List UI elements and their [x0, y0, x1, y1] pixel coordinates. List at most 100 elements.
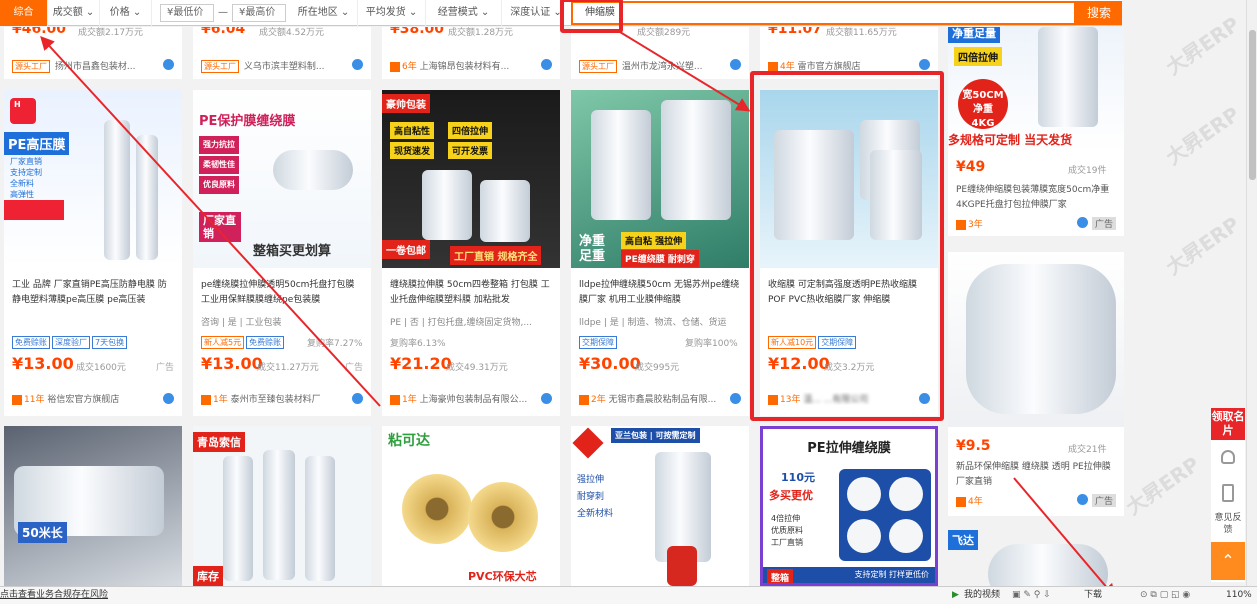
image-feature: 强拉伸	[577, 475, 605, 485]
product-card[interactable]: 净重足重 高自粘 强拉伸 PE缠绕膜 耐刺穿 lldpe拉伸缠绕膜50cm 无锡…	[571, 90, 749, 416]
product-title[interactable]: pe缠绕膜拉伸膜透明50cm托盘打包膜 工业用保鲜膜膜缠绕pe包装膜	[201, 278, 363, 308]
scrollbar-thumb[interactable]	[1249, 30, 1256, 180]
image-promo: 多买更优	[769, 489, 813, 502]
search-input[interactable]: 伸缩膜	[571, 1, 1076, 25]
zoom-level[interactable]: 110%	[1226, 587, 1252, 604]
shop-name[interactable]: 扬州市昌鑫包装材...	[55, 62, 136, 72]
image-feature: 全新材料	[577, 509, 614, 519]
product-card[interactable]: 青岛索信 库存	[193, 426, 371, 586]
shop-name[interactable]: 上海锦昂包装材料有...	[420, 62, 510, 72]
chat-icon[interactable]	[541, 59, 552, 70]
download-button[interactable]: 下载	[1084, 587, 1102, 604]
toolbar-icons[interactable]: ⊙ ⧉ ▢ ◱ ◉	[1140, 587, 1190, 604]
image-feature: 4倍拉伸	[771, 514, 801, 523]
product-title[interactable]: 工业 品牌 厂家直销PE高压防静电膜 防静电塑料薄膜pe高压膜 pe高压装	[12, 278, 174, 308]
product-price: ¥46.00	[12, 27, 67, 37]
product-attributes: lldpe | 是 | 制造、物流、仓储、货运	[579, 318, 727, 328]
ad-product-card[interactable]: 净重足量 四倍拉伸 宽50CM 净重4KG 多规格可定制 当天发货 ¥49 成交1…	[948, 27, 1124, 236]
product-title[interactable]: 新品环保伸缩膜 缠绕膜 透明 PE拉伸膜 厂家直销	[956, 460, 1116, 490]
product-card[interactable]: ¥46.00 成交额2.17万元 源头工厂 扬州市昌鑫包装材...	[4, 27, 182, 79]
product-image[interactable]: 净重足重 高自粘 强拉伸 PE缠绕膜 耐刺穿	[571, 90, 749, 268]
sort-sales-tab[interactable]: 成交额 ⌄	[48, 0, 100, 26]
chat-icon[interactable]	[1077, 217, 1088, 228]
film-roll-image	[966, 264, 1116, 414]
feedback-button[interactable]: 意见反馈	[1211, 512, 1245, 536]
my-video-button[interactable]: 我的视频	[964, 587, 1000, 604]
product-image[interactable]: 50米长	[4, 426, 182, 586]
film-roll-image	[480, 180, 530, 242]
product-card[interactable]: PE保护膜缠绕膜 强力抗拉 柔韧性佳 优良原料 厂家直销 整箱买更划算 pe缠绕…	[193, 90, 371, 416]
member-years: 3年	[968, 220, 983, 230]
chat-icon[interactable]	[730, 59, 741, 70]
product-image[interactable]	[948, 252, 1124, 427]
product-image[interactable]: PE拉伸缠绕膜 110元 多买更优 4倍拉伸 优质原料 工厂直销 支持定制 打样…	[760, 426, 938, 586]
product-attributes: PE | 否 | 打包托盘,缠绕固定货物,...	[390, 318, 532, 328]
product-card[interactable]: ¥6.04 成交额4.52万元 源头工厂 义乌市滨丰塑料制...	[193, 27, 371, 79]
location-filter[interactable]: 所在地区 ⌄	[290, 0, 358, 26]
product-card[interactable]: H PE高压膜 厂家直销 支持定制 全新料 高弹性 工业 品牌 厂家直销PE高压…	[4, 90, 182, 416]
chat-icon[interactable]	[541, 393, 552, 404]
chat-icon[interactable]	[352, 59, 363, 70]
price-max-input[interactable]: ¥最高价	[232, 4, 286, 22]
chat-icon[interactable]	[730, 393, 741, 404]
sort-price-tab[interactable]: 价格 ⌄	[100, 0, 152, 26]
image-tag: 整箱	[767, 569, 794, 583]
brand-logo	[572, 427, 604, 459]
business-mode-filter[interactable]: 经营模式 ⌄	[426, 0, 502, 26]
product-card[interactable]: 50米长	[4, 426, 182, 586]
product-image[interactable]: H PE高压膜 厂家直销 支持定制 全新料 高弹性	[4, 90, 182, 268]
product-image[interactable]: PE保护膜缠绕膜 强力抗拉 柔韧性佳 优良原料 厂家直销 整箱买更划算	[193, 90, 371, 268]
product-title[interactable]: 缠绕膜拉伸膜 50cm四卷整箱 打包膜 工业托盘伸缩膜塑料膜 加粘批发	[390, 278, 552, 308]
shop-name[interactable]: 无锡市鑫晨胶粘制品有限...	[609, 395, 717, 405]
back-to-top-icon[interactable]: ⌃	[1211, 542, 1245, 580]
product-image[interactable]: 飞达	[948, 528, 1124, 586]
verified-icon	[201, 394, 211, 405]
mobile-icon[interactable]	[1222, 484, 1234, 502]
product-card[interactable]: 豪帅包装 高自粘性 四倍拉伸 现货速发 可开发票 一卷包邮 工厂直销 规格齐全 …	[382, 90, 560, 416]
status-link[interactable]: 点击查看业务合规存在风险	[0, 587, 108, 604]
chat-icon[interactable]	[163, 393, 174, 404]
product-image[interactable]: 粘可达 PVC环保大芯	[382, 426, 560, 586]
shop-name[interactable]: 裕信宏官方旗舰店	[47, 395, 119, 405]
roll-box-image	[839, 469, 931, 561]
film-roll-image	[263, 450, 295, 580]
product-card[interactable]: 成交额289元 源头工厂 温州市龙湾永兴塑...	[571, 27, 749, 79]
headset-icon[interactable]	[1221, 450, 1235, 464]
vertical-scrollbar[interactable]	[1246, 0, 1257, 586]
chat-icon[interactable]	[1077, 494, 1088, 505]
image-headline: PE保护膜缠绕膜	[199, 114, 296, 129]
video-play-icon[interactable]: ▶	[952, 587, 959, 604]
image-feature: 耐穿刺	[577, 492, 605, 502]
shop-name[interactable]: 温州市龙湾永兴塑...	[622, 62, 703, 72]
sort-default-tab[interactable]: 综合	[0, 0, 48, 26]
chat-icon[interactable]	[163, 59, 174, 70]
get-business-card-button[interactable]: 领取名片	[1211, 408, 1245, 440]
product-image[interactable]: 净重足量 四倍拉伸 宽50CM 净重4KG 多规格可定制 当天发货	[948, 27, 1124, 152]
roll-end-image	[889, 519, 923, 553]
shop-name[interactable]: 上海豪帅包装制品有限公...	[420, 395, 528, 405]
film-roll-image	[661, 100, 731, 220]
service-chip: 深度验厂	[52, 336, 90, 349]
product-card[interactable]: PE拉伸缠绕膜 110元 多买更优 4倍拉伸 优质原料 工厂直销 支持定制 打样…	[760, 426, 938, 586]
search-button[interactable]: 搜索	[1076, 1, 1122, 25]
member-years: 1年	[213, 395, 228, 405]
product-card[interactable]: 亚兰包装 | 可按需定制 强拉伸 耐穿刺 全新材料	[571, 426, 749, 586]
ad-product-card[interactable]: 飞达	[948, 528, 1124, 586]
product-price: ¥30.00	[579, 354, 641, 373]
ad-product-card[interactable]: ¥9.5 成交21件 新品环保伸缩膜 缠绕膜 透明 PE拉伸膜 厂家直销 4年 …	[948, 252, 1124, 516]
delivery-filter[interactable]: 平均发货 ⌄	[358, 0, 426, 26]
shop-name[interactable]: 义乌市滨丰塑料制...	[244, 62, 325, 72]
product-image[interactable]: 青岛索信 库存	[193, 426, 371, 586]
watermark: 大昇ERP	[1121, 451, 1204, 520]
price-min-input[interactable]: ¥最低价	[160, 4, 214, 22]
chat-icon[interactable]	[352, 393, 363, 404]
product-image[interactable]: 亚兰包装 | 可按需定制 强拉伸 耐穿刺 全新材料	[571, 426, 749, 586]
product-title[interactable]: lldpe拉伸缠绕膜50cm 无锡苏州pe缠绕膜厂家 机用工业膜伸缩膜	[579, 278, 741, 308]
product-card[interactable]: 粘可达 PVC环保大芯	[382, 426, 560, 586]
chat-icon[interactable]	[919, 59, 930, 70]
product-title[interactable]: PE缠绕伸缩膜包装薄膜宽度50cm净重4KGPE托盘打包拉伸膜厂家	[956, 183, 1116, 213]
product-card[interactable]: ¥38.00 成交额1.28万元 6年 上海锦昂包装材料有...	[382, 27, 560, 79]
toolbar-icons[interactable]: ▣ ✎ ⚲ ⇩	[1012, 587, 1051, 604]
shop-name[interactable]: 泰州市至臻包装材料厂	[231, 395, 321, 405]
product-image[interactable]: 豪帅包装 高自粘性 四倍拉伸 现货速发 可开发票 一卷包邮 工厂直销 规格齐全	[382, 90, 560, 268]
